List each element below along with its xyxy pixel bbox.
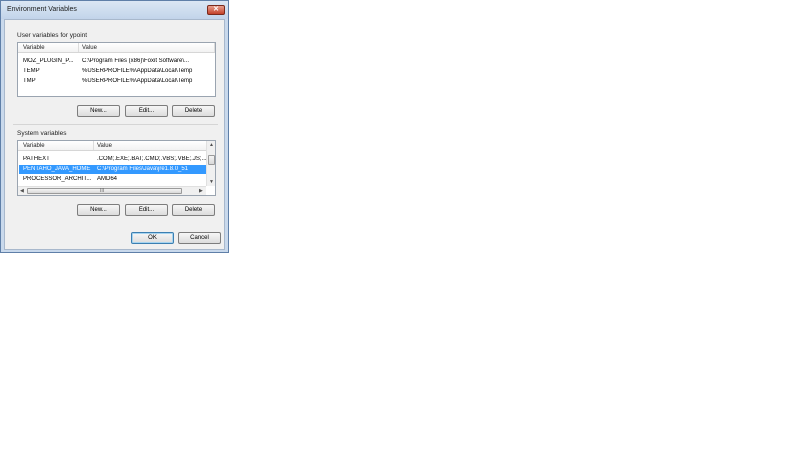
column-header-value[interactable]: Value [97,143,112,149]
variable-name: PROCESSOR_ARCHIT... [23,176,92,182]
horizontal-scroll-thumb[interactable]: III [27,188,182,194]
variable-value: AMD64 [97,176,118,182]
column-header-variable[interactable]: Variable [23,45,45,51]
user-variable-row[interactable]: MOZ_PLUGIN_P... C:\Program Files (x86)\F… [19,57,215,66]
window-title: Environment Variables [7,6,77,13]
user-variables-label: User variables for ypoint [17,32,88,39]
system-variables-header: Variable Value [18,141,208,151]
system-variable-row-selected[interactable]: PENTAHO_JAVA_HOME C:\Program Files\Java\… [19,165,206,174]
system-edit-button[interactable]: Edit... [125,204,168,216]
variable-name: TMP [23,78,36,84]
dialog-body: User variables for ypoint Variable Value… [4,19,225,250]
cancel-button[interactable]: Cancel [178,232,221,244]
variable-name: PENTAHO_JAVA_HOME [23,166,91,172]
system-variables-list[interactable]: Variable Value PATHEXT .COM;.EXE;.BAT;.C… [17,140,216,196]
user-variables-header: Variable Value [18,43,215,53]
arrow-right-icon[interactable]: ▶ [199,188,203,194]
section-divider [13,124,218,125]
variable-name: MOZ_PLUGIN_P... [23,58,74,64]
system-variable-row[interactable]: PROCESSOR_ARCHIT... AMD64 [19,175,206,184]
vertical-scroll-thumb[interactable] [208,155,215,165]
variable-value: %USERPROFILE%\AppData\Local\Temp [82,78,193,84]
user-delete-button[interactable]: Delete [172,105,215,117]
user-variable-row[interactable]: TMP %USERPROFILE%\AppData\Local\Temp [19,77,215,86]
close-icon: ✕ [213,6,219,13]
system-new-button[interactable]: New... [77,204,120,216]
horizontal-scrollbar[interactable]: ◀ III ▶ [18,186,206,195]
variable-value: .COM;.EXE;.BAT;.CMD;.VBS;.VBE;.JS;... [97,156,206,162]
system-variables-label: System variables [17,130,67,137]
variable-name: PATHEXT [23,156,50,162]
column-header-value[interactable]: Value [82,45,97,51]
user-variables-list[interactable]: Variable Value MOZ_PLUGIN_P... C:\Progra… [17,42,216,97]
ok-button[interactable]: OK [131,232,174,244]
variable-value: %USERPROFILE%\AppData\Local\Temp [82,68,193,74]
user-edit-button[interactable]: Edit... [125,105,168,117]
arrow-up-icon[interactable]: ▲ [209,142,214,148]
scroll-grip: III [100,188,105,194]
environment-variables-dialog: Environment Variables ✕ User variables f… [0,0,229,253]
system-delete-button[interactable]: Delete [172,204,215,216]
column-header-variable[interactable]: Variable [23,143,45,149]
arrow-down-icon[interactable]: ▼ [209,179,214,185]
variable-name: TEMP [23,68,40,74]
user-variable-row[interactable]: TEMP %USERPROFILE%\AppData\Local\Temp [19,67,215,76]
system-variable-row[interactable]: PATHEXT .COM;.EXE;.BAT;.CMD;.VBS;.VBE;.J… [19,155,206,164]
user-new-button[interactable]: New... [77,105,120,117]
title-bar[interactable]: Environment Variables ✕ [1,1,228,19]
close-button[interactable]: ✕ [207,5,225,15]
arrow-left-icon[interactable]: ◀ [20,188,24,194]
variable-value: C:\Program Files (x86)\Foxit Software\..… [82,58,190,64]
variable-value: C:\Program Files\Java\jre1.8.0_51 [97,166,189,172]
vertical-scrollbar[interactable]: ▲ ▼ [206,141,215,186]
